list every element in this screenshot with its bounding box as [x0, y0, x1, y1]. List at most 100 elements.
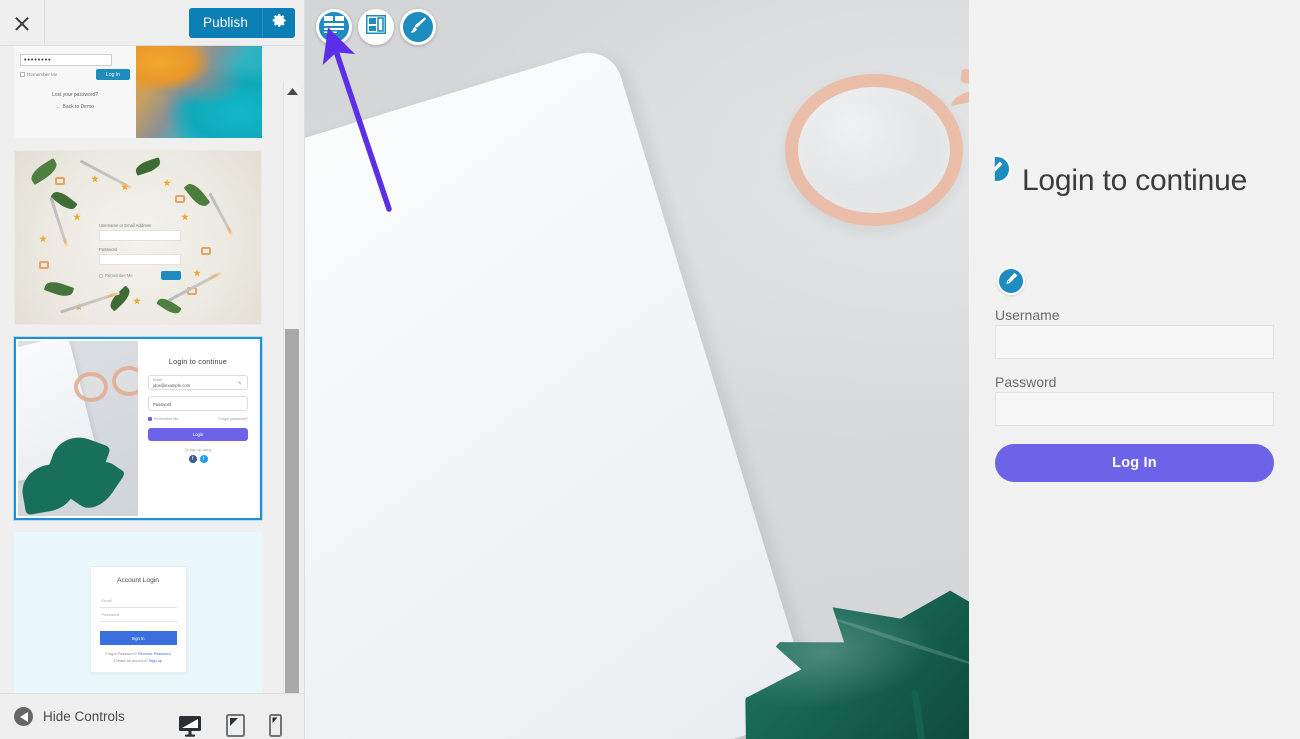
- deco-star: [73, 213, 81, 221]
- password-label: Password: [995, 374, 1057, 390]
- thumb4-email-input: Email: [99, 594, 177, 608]
- deco-leaf: [43, 278, 75, 300]
- deco-leaf: [133, 157, 163, 176]
- publish-settings-button[interactable]: [263, 7, 295, 38]
- thumb3-form-side: Login to continue Email jdoe@example.com…: [138, 341, 258, 516]
- scrollbar-thumb[interactable]: [285, 329, 299, 693]
- caret-up-icon: [286, 82, 298, 100]
- thumbnail-stationery-login[interactable]: Username or Email Address Password Remem…: [14, 150, 262, 325]
- thumb3-email-value: jdoe@example.com: [153, 383, 191, 388]
- username-label: Username: [995, 307, 1060, 323]
- deco-star: [163, 179, 171, 187]
- thumb1-remember-checkbox: [20, 72, 25, 77]
- preview-edit-toolbar: [316, 9, 436, 45]
- glasses-lens-left: [785, 74, 963, 226]
- device-mobile[interactable]: [269, 714, 282, 737]
- thumb4-signup-link: Sign up: [148, 658, 163, 663]
- thumb2-remember-label: Remember Me: [105, 273, 133, 278]
- thumb2-username-label: Username or Email Address: [99, 223, 152, 228]
- thumb3-lens-right: [112, 366, 138, 396]
- edit-style-button[interactable]: [400, 9, 436, 45]
- thumb2-password-input: [99, 254, 181, 265]
- thumb2-form-footer: Remember Me: [99, 271, 181, 280]
- customizer-footer: Hide Controls: [0, 693, 304, 739]
- device-desktop[interactable]: [178, 715, 202, 737]
- columns-layout-icon: [365, 14, 387, 39]
- thumb3-remember-label: Remember Me: [154, 417, 179, 421]
- device-tablet[interactable]: [226, 714, 245, 737]
- thumb3-remember-row: Remember Me: [148, 417, 178, 421]
- sidebar-scrollbar[interactable]: [283, 82, 299, 693]
- thumb4-signup-prefix: Create an account?: [113, 658, 148, 663]
- thumb4-card: Account Login Email Password Sign In For…: [89, 566, 187, 673]
- thumb3-submit-button: Login: [148, 428, 248, 441]
- close-customizer-button[interactable]: [0, 0, 45, 45]
- deco-clip: [175, 195, 185, 203]
- thumb1-photo-side: [136, 46, 262, 138]
- thumb3-form-meta: Remember Me Forgot password?: [148, 417, 248, 421]
- mobile-icon: [269, 714, 282, 737]
- edit-template-button[interactable]: [358, 9, 394, 45]
- username-input[interactable]: [995, 325, 1274, 359]
- hide-controls-button[interactable]: Hide Controls: [14, 707, 125, 726]
- thumb3-remember-checkbox: [148, 417, 152, 421]
- thumb4-password-input: Password: [99, 608, 177, 622]
- thumb4-signup-row: Create an account? Sign up: [100, 658, 177, 663]
- thumb1-lost-password-link: Lost your password?: [51, 92, 99, 98]
- customizer-app: Publish •••••••• Remember Me Log In Lost…: [0, 0, 1300, 739]
- edit-pencil-icon: [1004, 271, 1019, 291]
- thumb1-password-field: ••••••••: [20, 54, 112, 66]
- edit-pencil-icon: [994, 160, 1004, 179]
- login-submit-button[interactable]: Log In: [995, 444, 1274, 482]
- thumb2-password-label: Password: [99, 247, 118, 252]
- deco-star: [133, 297, 141, 305]
- site-preview[interactable]: Login to continue Username Password Log …: [305, 0, 1300, 739]
- thumb3-social-row: f t: [148, 455, 248, 463]
- deco-pencil: [79, 159, 133, 190]
- thumbnail-glasses-login[interactable]: Login to continue Email jdoe@example.com…: [13, 336, 263, 521]
- thumb4-title: Account Login: [117, 577, 159, 584]
- hide-controls-label: Hide Controls: [43, 709, 125, 724]
- template-list-scroll-area[interactable]: •••••••• Remember Me Log In Lost your pa…: [0, 46, 304, 693]
- caret-left-circle-icon: [14, 707, 33, 726]
- thumbnail-account-login[interactable]: Account Login Email Password Sign In For…: [14, 532, 262, 693]
- deco-leaf: [106, 285, 134, 312]
- device-preview-switcher: [178, 714, 282, 737]
- deco-star: [181, 213, 189, 221]
- publish-group: Publish: [189, 7, 295, 38]
- thumb3-password-field: Password: [148, 396, 248, 411]
- thumb2-remember-row: Remember Me: [99, 273, 133, 278]
- thumb1-form-side: •••••••• Remember Me Log In Lost your pa…: [14, 46, 136, 138]
- page-title: Login to continue: [1021, 164, 1248, 197]
- rows-layout-icon: [324, 16, 344, 38]
- login-widget-panel: Login to continue Username Password Log …: [969, 0, 1300, 739]
- thumb3-social-label: Or sign up using: [184, 448, 212, 452]
- thumb1-remember-label: Remember Me: [27, 72, 58, 77]
- close-x-icon: [14, 15, 30, 31]
- scroll-up-button[interactable]: [284, 82, 300, 99]
- thumb1-back-link: ← Back to Demo: [56, 104, 94, 110]
- thumb3-password-label: Password: [153, 402, 172, 407]
- gear-icon: [272, 13, 287, 33]
- password-input[interactable]: [995, 392, 1274, 426]
- panel-edge-edit-badge[interactable]: [994, 155, 1011, 183]
- thumb4-forgot-row: Forgot Password? Recover Password: [100, 651, 177, 656]
- deco-leaf: [183, 180, 211, 210]
- thumbnail-ocean-login[interactable]: •••••••• Remember Me Log In Lost your pa…: [14, 46, 262, 138]
- deco-pencil: [208, 192, 234, 237]
- customizer-sidebar: Publish •••••••• Remember Me Log In Lost…: [0, 0, 305, 739]
- thumb3-title: Login to continue: [168, 357, 228, 366]
- thumb3-email-icon: ✎: [237, 381, 242, 387]
- thumb3-photo-side: [18, 341, 138, 516]
- thumb3-email-field: Email jdoe@example.com ✎: [148, 375, 248, 390]
- thumb3-glasses: [72, 362, 138, 415]
- thumb3-lens-left: [74, 372, 109, 402]
- deco-star: [193, 269, 201, 277]
- form-edit-badge[interactable]: [997, 267, 1025, 295]
- thumb3-forgot-link: Forgot password?: [218, 417, 248, 421]
- publish-button[interactable]: Publish: [189, 7, 263, 38]
- desktop-icon: [179, 716, 201, 737]
- deco-clip: [201, 247, 211, 255]
- edit-rows-button[interactable]: [316, 9, 352, 45]
- customizer-header: Publish: [0, 0, 304, 46]
